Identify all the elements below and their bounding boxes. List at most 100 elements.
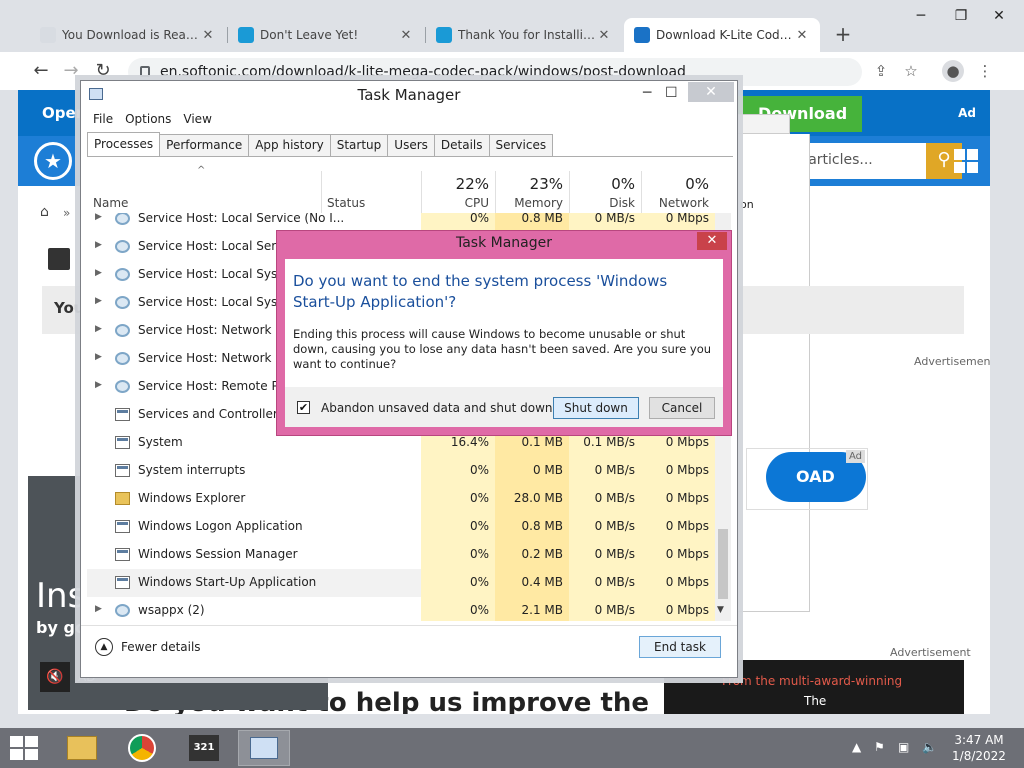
- taskbar-klite[interactable]: 321: [178, 730, 230, 766]
- process-row[interactable]: Windows Logon Application 0% 0.8 MB 0 MB/s 0…: [87, 513, 715, 541]
- process-network: 0 Mbps: [641, 541, 715, 569]
- menu-options[interactable]: Options: [125, 112, 171, 126]
- home-icon[interactable]: ⌂: [40, 204, 49, 220]
- column-status[interactable]: Status: [327, 196, 365, 210]
- dialog-message: Ending this process will cause Windows t…: [293, 327, 712, 371]
- taskbar-file-explorer[interactable]: [56, 730, 108, 766]
- expand-chevron-icon[interactable]: ▶: [95, 604, 102, 614]
- advertisement-label: Advertisement: [914, 355, 990, 368]
- tab-startup[interactable]: Startup: [329, 134, 389, 156]
- expand-chevron-icon[interactable]: ▶: [95, 352, 102, 362]
- process-memory: 2.1 MB: [495, 597, 569, 621]
- profile-icon[interactable]: ●: [942, 60, 964, 82]
- start-button-icon[interactable]: [10, 736, 38, 760]
- task-manager-titlebar[interactable]: Task Manager ─ ☐ ✕: [81, 81, 737, 109]
- process-network: 0 Mbps: [641, 597, 715, 621]
- cancel-button[interactable]: Cancel: [649, 397, 715, 419]
- process-row[interactable]: System interrupts 0% 0 MB 0 MB/s 0 Mbps: [87, 457, 715, 485]
- tab-close-icon[interactable]: ✕: [596, 28, 612, 43]
- expand-chevron-icon[interactable]: ▶: [95, 240, 102, 250]
- softonic-logo-icon[interactable]: ★: [34, 142, 72, 180]
- tab-app-history[interactable]: App history: [248, 134, 331, 156]
- maximize-icon[interactable]: ☐: [665, 85, 678, 101]
- tab-services[interactable]: Services: [488, 134, 554, 156]
- windows-platform-icon[interactable]: [954, 149, 978, 173]
- column-disk[interactable]: Disk: [569, 196, 635, 210]
- column-network[interactable]: Network: [641, 196, 709, 210]
- column-memory[interactable]: Memory: [495, 196, 563, 210]
- process-cpu: 0%: [421, 569, 495, 597]
- bookmark-star-icon[interactable]: ☆: [900, 60, 922, 82]
- tab-close-icon[interactable]: ✕: [398, 28, 414, 43]
- browser-tab[interactable]: Don't Leave Yet! ✕: [228, 18, 424, 52]
- close-icon[interactable]: ✕: [688, 82, 734, 102]
- browser-tab[interactable]: Download K-Lite Codec Pack✕: [624, 18, 820, 52]
- system-clock[interactable]: 3:47 AM 1/8/2022: [944, 732, 1014, 764]
- chevron-up-icon[interactable]: ▲: [95, 638, 113, 656]
- abandon-data-label[interactable]: Abandon unsaved data and shut down.: [321, 401, 556, 415]
- menu-view[interactable]: View: [183, 112, 211, 126]
- tray-expand-icon[interactable]: ▲: [852, 740, 861, 754]
- expand-chevron-icon[interactable]: ▶: [95, 213, 102, 222]
- gear-process-icon: [115, 240, 130, 253]
- menu-kebab-icon[interactable]: ⋮: [974, 60, 996, 82]
- advertisement-label-2: Advertisement: [890, 646, 971, 659]
- action-center-flag-icon[interactable]: ⚑: [874, 740, 885, 754]
- chrome-icon: [128, 734, 156, 762]
- app-process-icon: [115, 576, 130, 589]
- tab-title: You Download is Ready: [62, 28, 200, 42]
- expand-chevron-icon[interactable]: ▶: [95, 296, 102, 306]
- expand-chevron-icon[interactable]: ▶: [95, 268, 102, 278]
- end-task-button[interactable]: End task: [639, 636, 721, 658]
- menu-file[interactable]: File: [93, 112, 113, 126]
- scrollbar-thumb[interactable]: [718, 529, 728, 599]
- tab-close-icon[interactable]: ✕: [200, 28, 216, 43]
- browser-tab[interactable]: You Download is Ready ✕: [30, 18, 226, 52]
- process-row[interactable]: Windows Session Manager 0% 0.2 MB 0 MB/s 0 M…: [87, 541, 715, 569]
- gear-process-icon: [115, 213, 130, 225]
- process-name: wsappx (2): [138, 603, 205, 617]
- tab-processes[interactable]: Processes: [87, 132, 161, 156]
- forward-icon[interactable]: →: [60, 60, 82, 82]
- tab-details[interactable]: Details: [433, 134, 490, 156]
- restore-icon[interactable]: ❐: [946, 8, 976, 24]
- dialog-body: Do you want to end the system process 'W…: [285, 259, 723, 387]
- abandon-data-checkbox[interactable]: ✔: [297, 401, 310, 414]
- new-tab-button[interactable]: +: [832, 24, 854, 46]
- tab-title: Thank You for Installing A: [458, 28, 596, 42]
- shut-down-button[interactable]: Shut down: [553, 397, 639, 419]
- volume-muted-icon[interactable]: 🔈: [922, 740, 937, 754]
- process-row[interactable]: Windows Explorer 0% 28.0 MB 0 MB/s 0 Mbps: [87, 485, 715, 513]
- taskbar: 321 ▲ ⚑ ▣ 🔈 3:47 AM 1/8/2022: [0, 728, 1024, 768]
- clock-time: 3:47 AM: [954, 733, 1004, 747]
- network-icon[interactable]: ▣: [898, 740, 909, 754]
- fewer-details-link[interactable]: Fewer details: [121, 640, 201, 654]
- share-icon[interactable]: ⇪: [870, 60, 892, 82]
- taskbar-task-manager[interactable]: [238, 730, 290, 766]
- tab-performance[interactable]: Performance: [159, 134, 250, 156]
- side-text: on: [740, 198, 754, 211]
- process-row[interactable]: Windows Start-Up Application 0% 0.4 MB 0 MB…: [87, 569, 715, 597]
- close-window-icon[interactable]: ✕: [984, 8, 1014, 24]
- dialog-close-icon[interactable]: ✕: [697, 232, 727, 250]
- expand-chevron-icon[interactable]: ▶: [95, 380, 102, 390]
- tab-users[interactable]: Users: [387, 134, 435, 156]
- minimize-icon[interactable]: ─: [906, 8, 936, 24]
- process-cpu: 0%: [421, 513, 495, 541]
- tab-close-icon[interactable]: ✕: [794, 28, 810, 43]
- minimize-icon[interactable]: ─: [643, 85, 651, 101]
- taskbar-chrome[interactable]: [116, 730, 168, 766]
- back-icon[interactable]: ←: [30, 60, 52, 82]
- process-row[interactable]: ▶ wsappx (2) 0% 2.1 MB 0 MB/s 0 Mbps: [87, 597, 715, 621]
- scroll-down-icon[interactable]: ▼: [717, 605, 724, 615]
- column-name[interactable]: Name: [93, 196, 128, 210]
- tab-title: Don't Leave Yet!: [260, 28, 359, 42]
- expand-chevron-icon[interactable]: ▶: [95, 324, 102, 334]
- sort-arrow-icon[interactable]: ^: [197, 165, 205, 176]
- process-memory: 0 MB: [495, 457, 569, 485]
- mute-icon[interactable]: 🔇: [40, 662, 70, 692]
- klite-icon: 321: [189, 735, 219, 761]
- column-cpu[interactable]: CPU: [421, 196, 489, 210]
- browser-tab[interactable]: Thank You for Installing A ✕: [426, 18, 622, 52]
- reload-icon[interactable]: ↻: [92, 60, 114, 82]
